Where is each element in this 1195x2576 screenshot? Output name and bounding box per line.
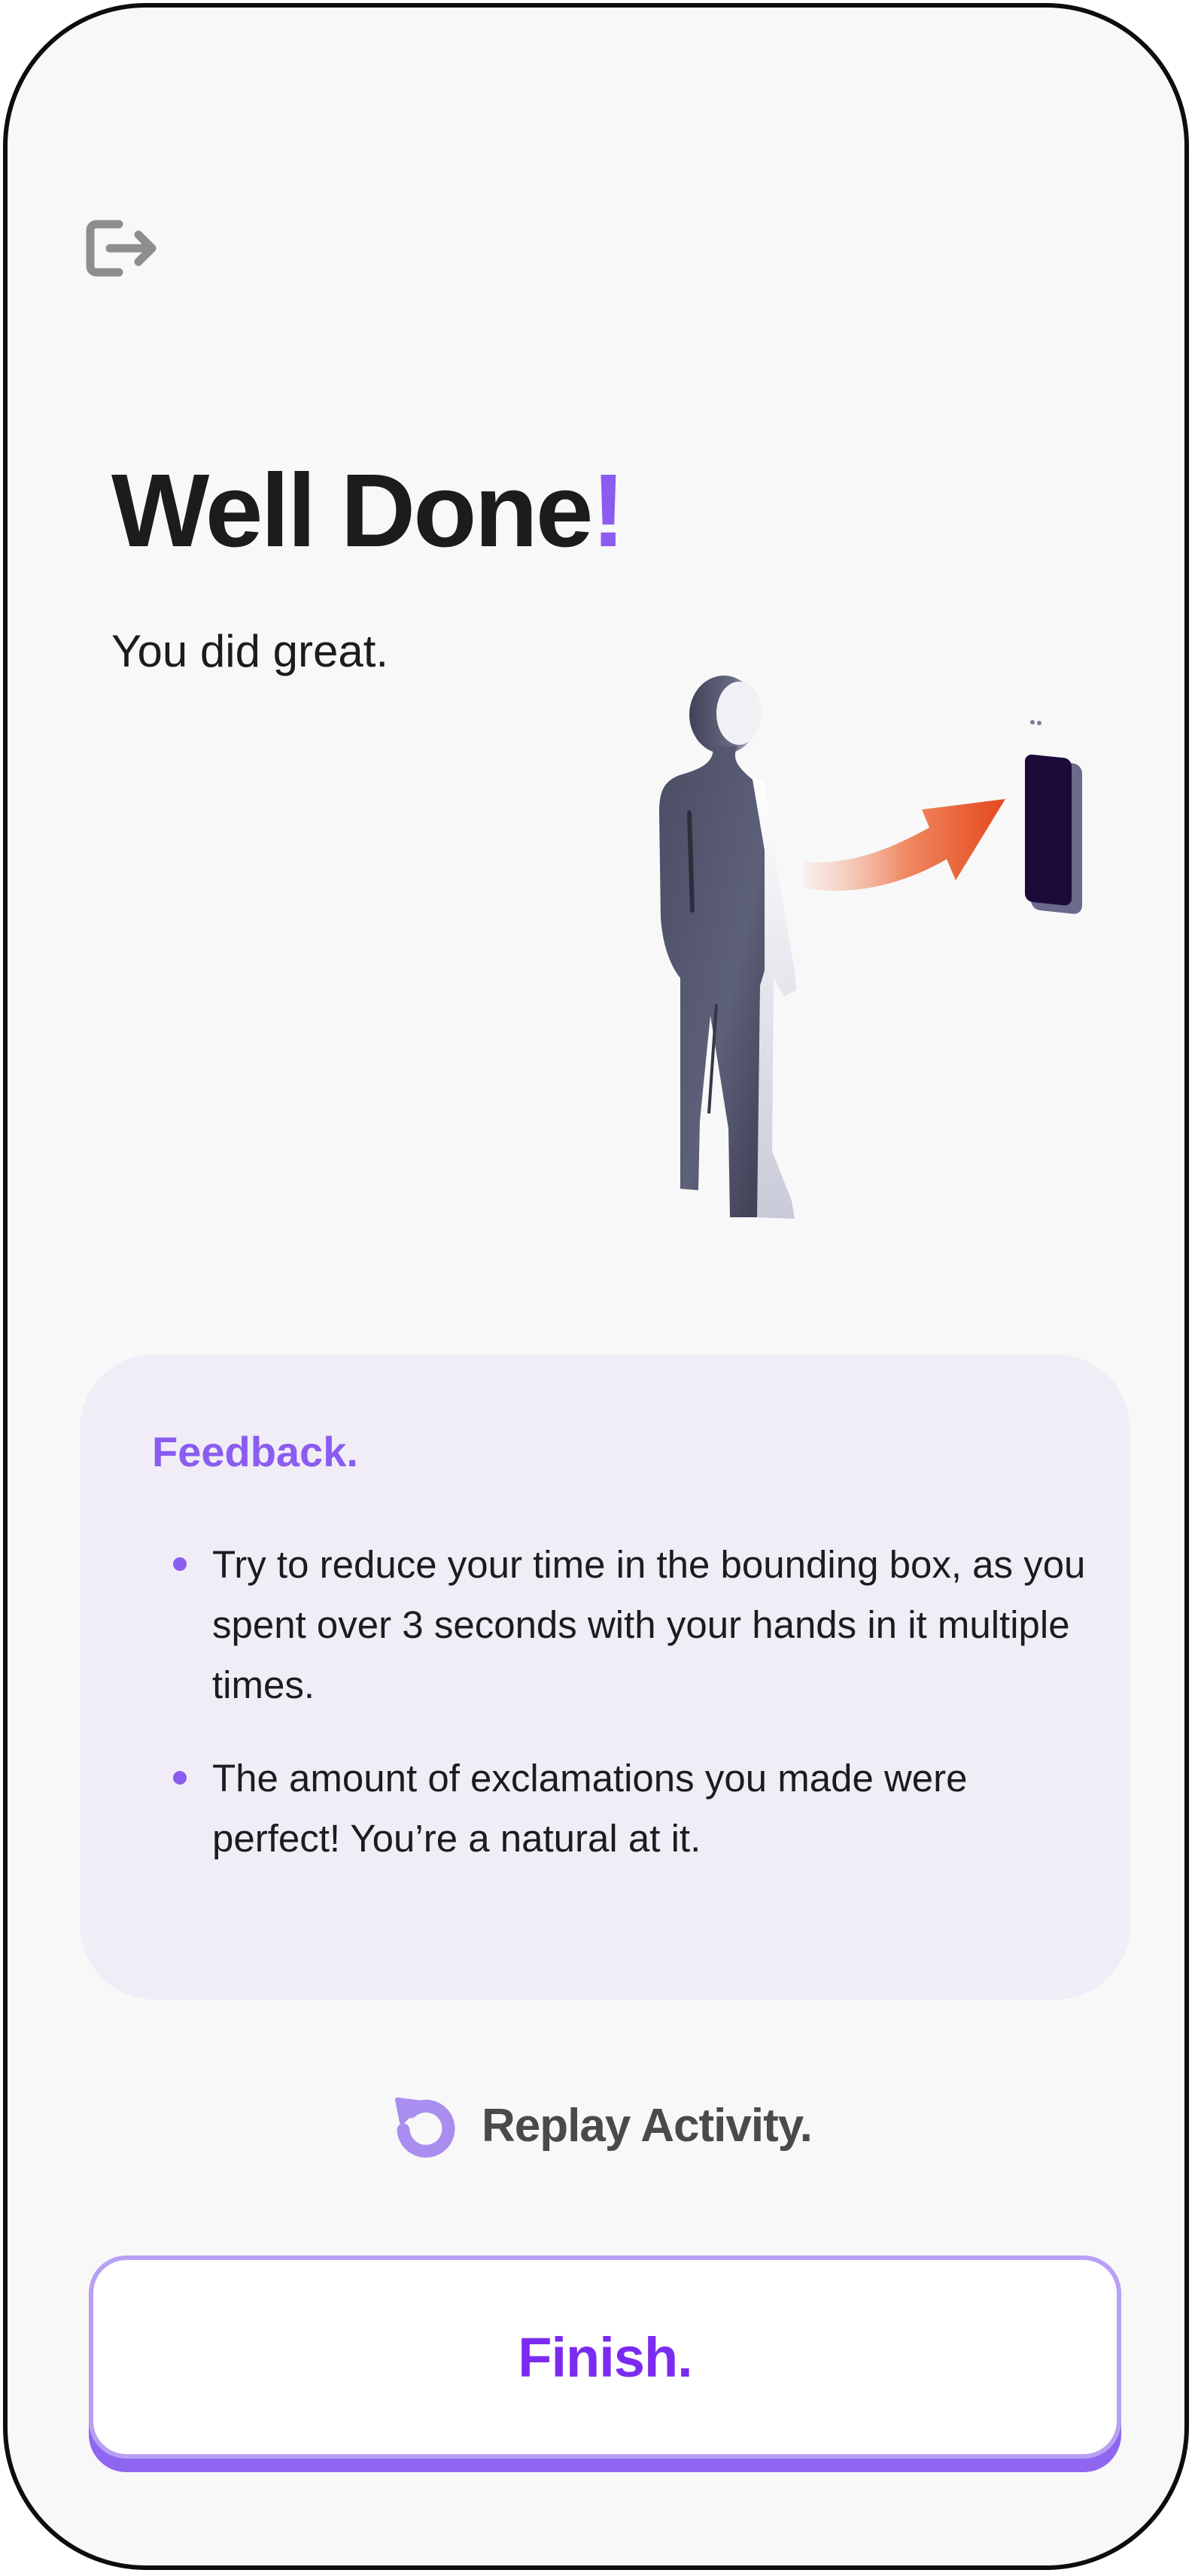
exit-button[interactable] — [80, 211, 163, 286]
exit-icon — [86, 220, 157, 277]
feedback-item-text: Try to reduce your time in the bounding … — [212, 1543, 1086, 1706]
person-facing-phone-illustration — [659, 676, 1082, 1219]
title-exclamation: ! — [591, 453, 626, 569]
replay-icon — [395, 2098, 455, 2158]
replay-activity-label: Replay Activity. — [482, 2099, 813, 2152]
feedback-item: The amount of exclamations you made were… — [152, 1748, 1093, 1869]
bullet-icon — [173, 1557, 187, 1571]
feedback-heading: Feedback. — [152, 1428, 358, 1475]
bullet-icon — [173, 1771, 187, 1785]
app-screen: Well Done! You did great. Feedback. Try … — [3, 3, 1189, 2570]
feedback-item-text: The amount of exclamations you made were… — [212, 1757, 968, 1860]
page-title: Well Done! — [111, 459, 625, 563]
replay-activity-button[interactable]: Replay Activity. — [391, 2091, 813, 2159]
page-subtitle: You did great. — [111, 626, 389, 676]
feedback-card: Feedback. Try to reduce your time in the… — [80, 1354, 1130, 2000]
finish-button[interactable]: Finish. — [89, 2256, 1121, 2459]
feedback-list: Try to reduce your time in the bounding … — [152, 1535, 1093, 1902]
feedback-item: Try to reduce your time in the bounding … — [152, 1535, 1093, 1715]
finish-label: Finish. — [518, 2325, 692, 2389]
title-text: Well Done — [111, 453, 594, 569]
